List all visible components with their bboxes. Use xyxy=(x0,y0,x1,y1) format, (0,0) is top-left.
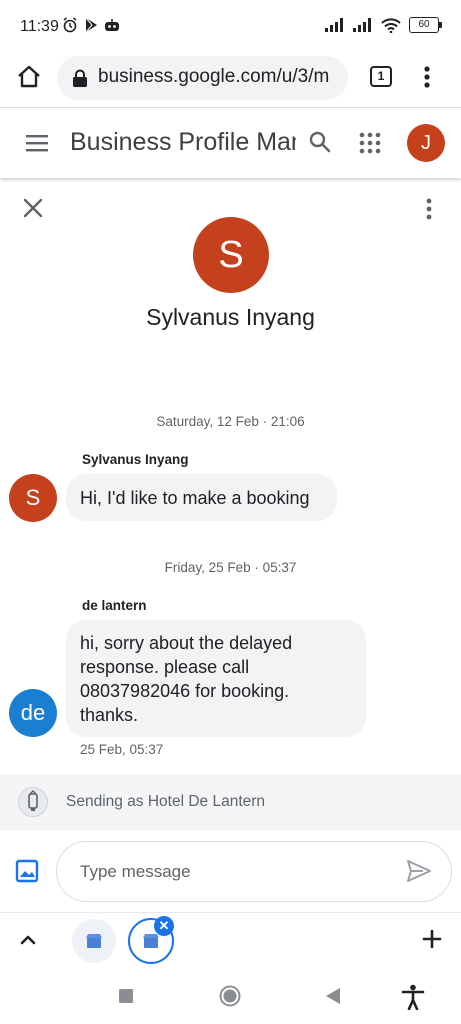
tab-strip xyxy=(0,912,461,970)
message-bubble: hi, sorry about the delayed response. pl… xyxy=(66,620,366,737)
message-bubble: Hi, I'd like to make a booking xyxy=(66,474,337,521)
send-icon[interactable] xyxy=(406,859,432,883)
account-avatar[interactable]: J xyxy=(407,124,445,162)
alarm-icon xyxy=(63,17,77,33)
back-icon[interactable] xyxy=(325,987,341,1005)
sender-name: Sylvanus Inyang xyxy=(82,452,189,467)
tab-switcher-button[interactable]: 1 xyxy=(370,66,392,87)
add-tab-icon[interactable] xyxy=(421,928,443,950)
apps-grid-icon[interactable] xyxy=(359,132,381,154)
app-title: Business Profile Manager xyxy=(70,128,296,156)
search-icon[interactable] xyxy=(308,130,332,154)
message-avatar: de xyxy=(9,689,57,737)
message-text-line: thanks. xyxy=(80,705,139,725)
home-icon[interactable] xyxy=(16,64,42,90)
signal-icon xyxy=(325,18,343,32)
close-tab-icon[interactable]: ✕ xyxy=(154,916,174,936)
robot-icon xyxy=(105,19,119,31)
status-icons-right: 60 xyxy=(325,17,442,33)
message-text: Hi, I'd like to make a booking xyxy=(80,488,310,508)
message-text-line: 08037982046 for booking. xyxy=(80,681,290,701)
image-icon[interactable] xyxy=(14,858,40,884)
message-input[interactable] xyxy=(56,841,452,902)
message-text-line: hi, sorry about the delayed xyxy=(80,633,293,653)
lock-icon xyxy=(73,69,87,87)
message-avatar: S xyxy=(9,474,57,522)
signal-icon-2 xyxy=(353,18,371,32)
play-store-icon xyxy=(85,17,97,33)
business-tab-icon xyxy=(143,934,159,948)
home-nav-icon[interactable] xyxy=(219,985,241,1007)
date-separator: Saturday, 12 Feb · 21:06 xyxy=(156,414,305,429)
sender-name: de lantern xyxy=(82,598,147,613)
battery-indicator: 60 xyxy=(409,17,442,33)
message-timestamp: 25 Feb, 05:37 xyxy=(80,742,164,757)
status-time: 11:39 xyxy=(20,18,59,35)
date-separator: Friday, 25 Feb · 05:37 xyxy=(164,560,297,575)
accessibility-icon[interactable] xyxy=(401,984,425,1010)
hotel-logo-icon xyxy=(18,787,48,817)
recents-icon[interactable] xyxy=(118,988,134,1004)
tab-thumbnail[interactable] xyxy=(72,919,116,963)
contact-name: Sylvanus Inyang xyxy=(146,304,315,330)
message-text-line: response. please call xyxy=(80,657,250,677)
browser-menu-icon[interactable] xyxy=(420,64,434,90)
menu-icon[interactable] xyxy=(26,134,50,152)
close-icon[interactable] xyxy=(22,197,44,219)
chevron-up-icon[interactable] xyxy=(18,930,38,950)
wifi-icon xyxy=(381,17,401,33)
more-options-icon[interactable] xyxy=(424,197,434,221)
status-icons-left xyxy=(62,17,120,33)
contact-avatar: S xyxy=(193,217,269,293)
business-tab-icon xyxy=(86,934,102,948)
url-text[interactable]: business.google.com/u/3/m xyxy=(98,66,342,88)
sending-as-text: Sending as Hotel De Lantern xyxy=(66,793,266,810)
